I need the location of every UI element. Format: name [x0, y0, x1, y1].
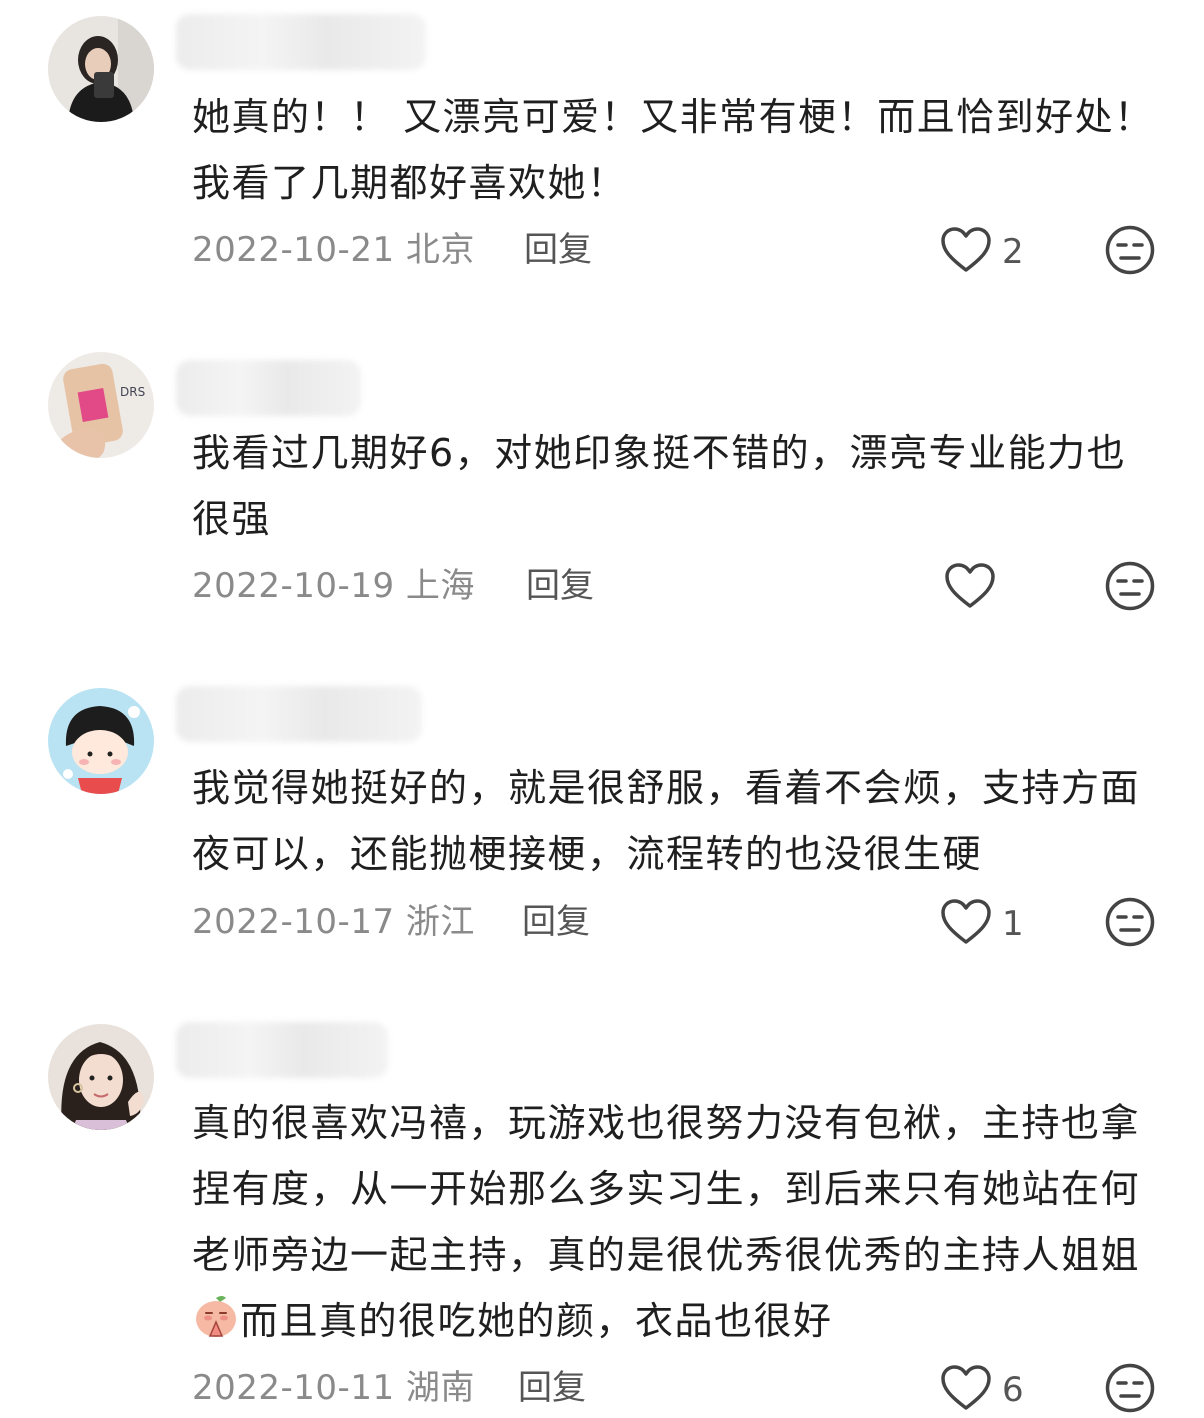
like-count: 2: [1002, 232, 1024, 272]
heart-icon: [941, 1365, 991, 1410]
dislike-button[interactable]: [1104, 224, 1156, 276]
comment-meta: 2022-10-21 北京 回复 2: [192, 220, 1172, 280]
dislike-button[interactable]: [1104, 896, 1156, 948]
comment-text: 真的很喜欢冯禧，玩游戏也很努力没有包袱，主持也拿捏有度，从一开始那么多实习生，到…: [192, 1090, 1162, 1354]
reply-button[interactable]: 回复: [524, 220, 592, 280]
svg-text:DRS: DRS: [120, 385, 145, 399]
user-avatar[interactable]: [48, 16, 154, 122]
user-avatar[interactable]: [48, 688, 154, 794]
like-button[interactable]: 2: [940, 224, 1040, 280]
comment-meta: 2022-10-17 浙江 回复 1: [192, 892, 1172, 952]
comment-date-location: 2022-10-17 浙江: [192, 902, 475, 942]
user-avatar[interactable]: DRS: [48, 352, 154, 458]
meh-face-icon: [1105, 897, 1155, 947]
username-blurred[interactable]: [176, 1022, 388, 1078]
dislike-button[interactable]: [1104, 560, 1156, 612]
comment-text: 她真的！！ 又漂亮可爱！又非常有梗！而且恰到好处！我看了几期都好喜欢她！: [192, 95, 1154, 205]
username-blurred[interactable]: [176, 686, 422, 742]
heart-icon: [941, 899, 991, 944]
comment-date-location: 2022-10-11 湖南: [192, 1368, 475, 1408]
reply-button[interactable]: 回复: [518, 1358, 586, 1418]
like-button[interactable]: [944, 560, 1044, 616]
comment-text-part: 而且真的很吃她的颜，衣品也很好: [240, 1299, 833, 1343]
comment-text-part: 真的很喜欢冯禧，玩游戏也很努力没有包袱，主持也拿捏有度，从一开始那么多实习生，到…: [192, 1101, 1141, 1277]
user-avatar[interactable]: [48, 1024, 154, 1130]
comment-meta: 2022-10-19 上海 回复: [192, 556, 1172, 616]
username-blurred[interactable]: [176, 14, 426, 70]
reply-button[interactable]: 回复: [522, 892, 590, 952]
dislike-button[interactable]: [1104, 1362, 1156, 1414]
like-count: 1: [1002, 904, 1024, 944]
meh-face-icon: [1105, 1363, 1155, 1413]
peach-pray-emoji-icon: [192, 1292, 240, 1340]
heart-icon: [941, 227, 991, 272]
heart-icon: [945, 563, 995, 608]
reply-button[interactable]: 回复: [526, 556, 594, 616]
meh-face-icon: [1105, 561, 1155, 611]
comment-meta: 2022-10-11 湖南 回复 6: [192, 1358, 1172, 1418]
comment-date-location: 2022-10-19 上海: [192, 566, 475, 606]
meh-face-icon: [1105, 225, 1155, 275]
comment-date-location: 2022-10-21 北京: [192, 230, 475, 270]
comment-text: 我觉得她挺好的，就是很舒服，看着不会烦，支持方面夜可以，还能抛梗接梗，流程转的也…: [192, 766, 1141, 876]
username-blurred[interactable]: [176, 360, 361, 416]
like-count: 6: [1002, 1370, 1024, 1410]
like-button[interactable]: 6: [940, 1362, 1040, 1418]
comment-text: 我看过几期好6，对她印象挺不错的，漂亮专业能力也很强: [192, 431, 1127, 541]
like-button[interactable]: 1: [940, 896, 1040, 952]
